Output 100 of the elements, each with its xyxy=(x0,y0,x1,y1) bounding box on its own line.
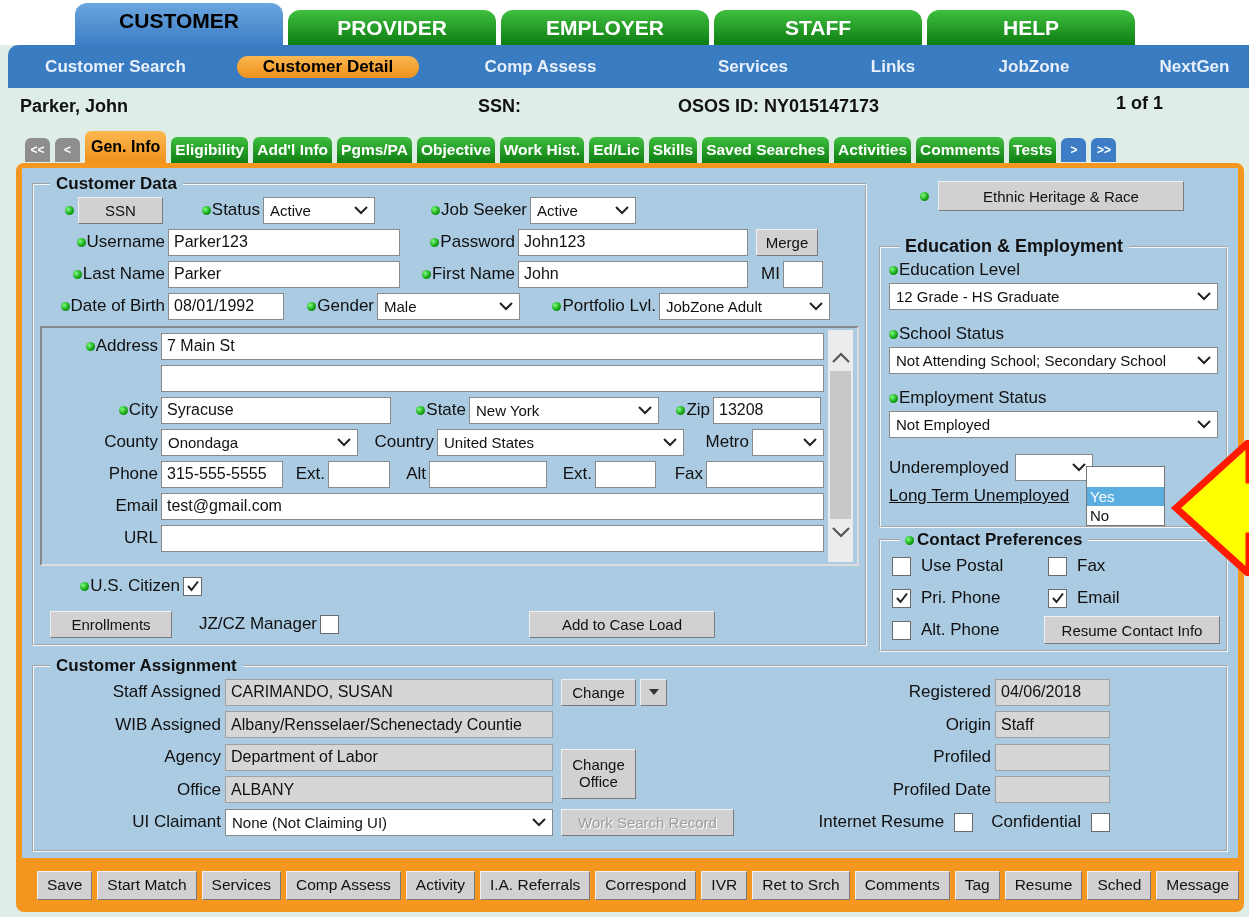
toolbar-button[interactable]: Resume xyxy=(1004,870,1083,900)
dropdown-field[interactable]: Onondaga xyxy=(161,428,358,456)
dropdown-field[interactable]: Not Attending School; Secondary School xyxy=(889,347,1218,374)
dropdown-field[interactable]: JobZone Adult xyxy=(659,292,830,320)
text-field[interactable] xyxy=(161,364,824,392)
dropdown-field[interactable]: 12 Grade - HS Graduate xyxy=(889,283,1218,310)
readonly-field[interactable]: Albany/Rensselaer/Schenectady Countie xyxy=(225,711,553,739)
text-field[interactable]: Parker123 xyxy=(168,228,400,256)
detail-tab[interactable]: Objective xyxy=(417,137,495,163)
nav-link[interactable]: Links xyxy=(866,54,920,79)
nav-link[interactable]: JobZone xyxy=(994,54,1074,79)
nav-link[interactable]: NextGen xyxy=(1155,54,1234,79)
dropdown-field[interactable]: Male xyxy=(377,292,520,320)
toolbar-button[interactable]: Correspond xyxy=(595,870,697,900)
module-tab[interactable]: EMPLOYER xyxy=(501,10,709,45)
chevron-down-icon[interactable] xyxy=(831,527,850,538)
checkbox[interactable] xyxy=(892,556,911,576)
module-tab[interactable]: PROVIDER xyxy=(288,10,496,45)
chevron-up-icon[interactable] xyxy=(831,352,850,363)
toolbar-button[interactable]: Ret to Srch xyxy=(752,870,850,900)
readonly-field[interactable]: CARIMANDO, SUSAN xyxy=(225,678,553,706)
toolbar-button[interactable]: Save xyxy=(37,870,93,900)
next-tab-button[interactable]: > xyxy=(1061,138,1087,162)
text-field[interactable]: 08/01/1992 xyxy=(168,292,284,320)
scrollbar[interactable] xyxy=(828,330,853,562)
text-field[interactable]: 13208 xyxy=(713,396,821,424)
checkbox[interactable] xyxy=(320,614,339,634)
detail-tab[interactable]: Ed/Lic xyxy=(589,137,644,163)
long-term-unemployed-link[interactable]: Long Term Unemployed xyxy=(889,486,1070,506)
toolbar-button[interactable]: Start Match xyxy=(97,870,197,900)
module-tab[interactable]: STAFF xyxy=(714,10,922,45)
detail-tab[interactable]: Add'l Info xyxy=(253,137,333,163)
text-field[interactable]: John123 xyxy=(518,228,748,256)
nav-link[interactable]: Customer Detail xyxy=(236,55,420,78)
toolbar-button[interactable]: Comments xyxy=(854,870,950,900)
detail-tab[interactable]: Skills xyxy=(648,137,698,163)
ethnic-heritage-button[interactable]: Ethnic Heritage & Race xyxy=(938,181,1184,211)
toolbar-button[interactable]: Comp Assess xyxy=(286,870,401,900)
nav-link[interactable]: Services xyxy=(714,54,792,79)
text-field[interactable] xyxy=(161,524,824,552)
readonly-field[interactable]: Department of Labor xyxy=(225,743,553,771)
dropdown-field[interactable]: United States xyxy=(437,428,684,456)
form-button[interactable]: Merge xyxy=(756,228,818,256)
text-field[interactable] xyxy=(706,460,824,488)
detail-tab[interactable]: Eligibility xyxy=(171,137,249,163)
dropdown-field[interactable] xyxy=(1015,454,1093,481)
form-button[interactable]: Enrollments xyxy=(50,610,172,638)
text-field[interactable] xyxy=(328,460,390,488)
scrollbar-thumb[interactable] xyxy=(830,371,851,519)
text-field[interactable]: John xyxy=(518,260,748,288)
text-field[interactable]: 315-555-5555 xyxy=(161,460,283,488)
text-field[interactable]: Syracuse xyxy=(161,396,391,424)
text-field[interactable]: 7 Main St xyxy=(161,332,824,360)
checkbox[interactable] xyxy=(1048,556,1067,576)
nav-link[interactable]: Comp Assess xyxy=(480,54,601,79)
change-office-button[interactable]: Change Office xyxy=(561,748,636,799)
readonly-field[interactable] xyxy=(995,776,1110,804)
module-tab[interactable]: HELP xyxy=(927,10,1135,45)
detail-tab[interactable]: Comments xyxy=(916,137,1005,163)
checkbox[interactable] xyxy=(183,576,202,596)
checkbox[interactable] xyxy=(892,588,911,608)
detail-tab[interactable]: Pgms/PA xyxy=(337,137,412,163)
text-field[interactable]: Parker xyxy=(168,260,400,288)
toolbar-button[interactable]: I.A. Referrals xyxy=(479,870,591,900)
last-tab-button[interactable]: >> xyxy=(1091,138,1117,162)
nav-link[interactable]: Customer Search xyxy=(41,54,190,79)
form-button[interactable]: SSN xyxy=(78,196,163,224)
text-field[interactable]: test@gmail.com xyxy=(161,492,824,520)
toolbar-button[interactable]: Message xyxy=(1156,870,1240,900)
dropdown-field[interactable]: Active xyxy=(530,196,636,224)
checkbox[interactable] xyxy=(892,620,911,640)
detail-tab[interactable]: Activities xyxy=(834,137,911,163)
text-field[interactable] xyxy=(429,460,547,488)
dropdown-option[interactable]: No xyxy=(1087,506,1164,525)
dropdown-button[interactable] xyxy=(640,678,667,706)
detail-tab[interactable]: Saved Searches xyxy=(702,137,830,163)
toolbar-button[interactable]: Tag xyxy=(954,870,1000,900)
detail-tab[interactable]: Gen. Info xyxy=(85,131,167,163)
text-field[interactable] xyxy=(595,460,656,488)
readonly-field[interactable] xyxy=(995,743,1110,771)
dropdown-field[interactable]: Active xyxy=(263,196,375,224)
checkbox[interactable] xyxy=(1091,812,1110,832)
readonly-field[interactable]: ALBANY xyxy=(225,776,553,804)
checkbox[interactable] xyxy=(954,812,974,832)
dropdown-field[interactable]: New York xyxy=(469,396,659,424)
change-button[interactable]: Change xyxy=(561,678,636,706)
dropdown-field[interactable]: Not Employed xyxy=(889,411,1218,438)
resume-contact-info-button[interactable]: Resume Contact Info xyxy=(1044,616,1220,644)
readonly-field[interactable]: 04/06/2018 xyxy=(995,678,1110,706)
readonly-field[interactable]: Staff xyxy=(995,711,1110,739)
checkbox[interactable] xyxy=(1048,588,1067,608)
dropdown-field[interactable]: None (Not Claiming UI) xyxy=(225,808,553,836)
toolbar-button[interactable]: Services xyxy=(201,870,282,900)
toolbar-button[interactable]: IVR xyxy=(701,870,748,900)
detail-tab[interactable]: Work Hist. xyxy=(499,137,585,163)
toolbar-button[interactable]: Sched xyxy=(1087,870,1152,900)
dropdown-field[interactable] xyxy=(752,428,824,456)
form-button[interactable]: Add to Case Load xyxy=(529,610,715,638)
module-tab[interactable]: CUSTOMER xyxy=(75,3,283,45)
toolbar-button[interactable]: Activity xyxy=(405,870,475,900)
